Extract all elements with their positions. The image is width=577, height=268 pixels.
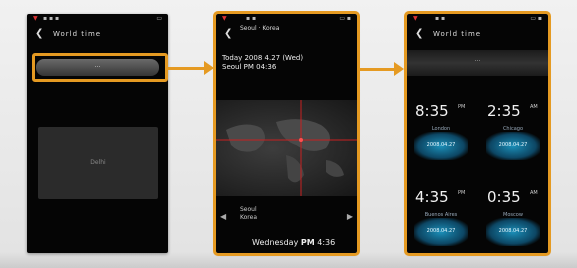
clock-tile[interactable]: 8:35 PM London 2008.04.27 (411, 84, 471, 172)
status-bar: ▼ ▪ ▪ ▪ ▭ (27, 14, 168, 24)
time-line: Seoul PM 04:36 (222, 63, 277, 71)
continent (226, 124, 265, 152)
clock-tile[interactable]: 2:35 AM Chicago 2008.04.27 (483, 84, 543, 172)
screen-title: World time (433, 30, 482, 38)
clock-tile[interactable]: 4:35 PM Buenos Aires 2008.04.27 (411, 170, 471, 253)
phone-world-clocks: ▼ ▪ ▪ ▭ ▪ ❮ World time ··· 8:35 PM Londo… (404, 11, 551, 256)
clock-time: 0:35 (487, 188, 521, 206)
city-name: Seoul (240, 206, 257, 213)
back-arrow-icon[interactable]: ❮ (35, 26, 43, 42)
page-shadow (0, 252, 577, 268)
add-city-button[interactable]: ··· (407, 50, 548, 76)
left-chevron-icon[interactable]: ◀ (220, 212, 226, 221)
signal-icon: ▼ (413, 15, 418, 22)
city-marker (299, 138, 303, 142)
arrow-2-head (394, 62, 404, 76)
battery-icon: ▭ ▪ (530, 15, 542, 22)
add-city-label: ··· (474, 58, 481, 65)
clock-time: 8:35 (415, 102, 449, 120)
clock-ampm: PM (458, 190, 466, 196)
clock-city: Moscow (503, 212, 523, 218)
clock-city: London (431, 126, 451, 132)
continent (326, 160, 344, 177)
clock-time: 4:35 (415, 188, 449, 206)
weekday: Wednesday (252, 238, 299, 247)
continent (276, 119, 330, 151)
back-arrow-icon[interactable]: ❮ (224, 28, 232, 39)
status-icons: ▪ ▪ (246, 15, 257, 22)
clock-date: 2008.04.27 (498, 142, 528, 148)
clock-date: 2008.04.27 (498, 228, 528, 234)
world-map[interactable] (216, 100, 357, 196)
clock-tile[interactable]: 0:35 AM Moscow 2008.04.27 (483, 170, 543, 253)
phone-world-time-list: ▼ ▪ ▪ ▪ ▭ ❮ World time ··· Delhi (27, 14, 168, 253)
signal-icon: ▼ (33, 15, 38, 22)
status-icons: ▪ ▪ (435, 15, 446, 22)
time-value: 4:36 (317, 238, 336, 247)
right-chevron-icon[interactable]: ▶ (347, 212, 353, 221)
signal-icon: ▼ (222, 15, 227, 22)
battery-icon: ▭ (156, 15, 162, 22)
status-icons: ▪ ▪ ▪ (43, 15, 60, 22)
phone-city-map: ▼ ▪ ▪ ▭ ▪ ❮ Seoul · Korea Today 2008 4.2… (213, 11, 360, 256)
country-name: Korea (240, 214, 258, 221)
clock-city: Chicago (502, 126, 524, 132)
current-time: Wednesday PM 4:36 (252, 238, 335, 247)
status-bar: ▼ ▪ ▪ ▭ ▪ (407, 14, 548, 24)
city-label: Seoul Korea (240, 206, 257, 222)
clock-time: 2:35 (487, 102, 521, 120)
title-bar: ❮ World time (407, 26, 548, 42)
title-bar: ❮ World time (27, 26, 168, 42)
back-arrow-icon[interactable]: ❮ (415, 26, 423, 42)
battery-icon: ▭ ▪ (339, 15, 351, 22)
clock-date: 2008.04.27 (426, 228, 456, 234)
clock-city: Buenos Aires (424, 212, 458, 218)
ampm: PM (300, 238, 315, 247)
highlight-frame (32, 53, 168, 82)
screen-title: World time (53, 30, 102, 38)
city-header: Seoul · Korea (240, 25, 280, 32)
status-bar: ▼ ▪ ▪ ▭ ▪ (216, 14, 357, 24)
date-time-info: Today 2008 4.27 (Wed) Seoul PM 04:36 (222, 54, 303, 72)
arrow-1-line (168, 67, 206, 70)
arrow-1-head (204, 61, 214, 75)
clock-date: 2008.04.27 (426, 142, 456, 148)
arrow-2-line (359, 68, 396, 71)
clock-ampm: PM (458, 104, 466, 110)
date-line: Today 2008 4.27 (Wed) (222, 54, 304, 62)
tutorial-figure: ▼ ▪ ▪ ▪ ▭ ❮ World time ··· Delhi ▼ ▪ ▪ ▭… (0, 0, 577, 268)
city-tile[interactable]: Delhi (38, 127, 158, 199)
clock-ampm: AM (530, 104, 538, 110)
clock-ampm: AM (530, 190, 538, 196)
map-graphic (216, 100, 357, 196)
